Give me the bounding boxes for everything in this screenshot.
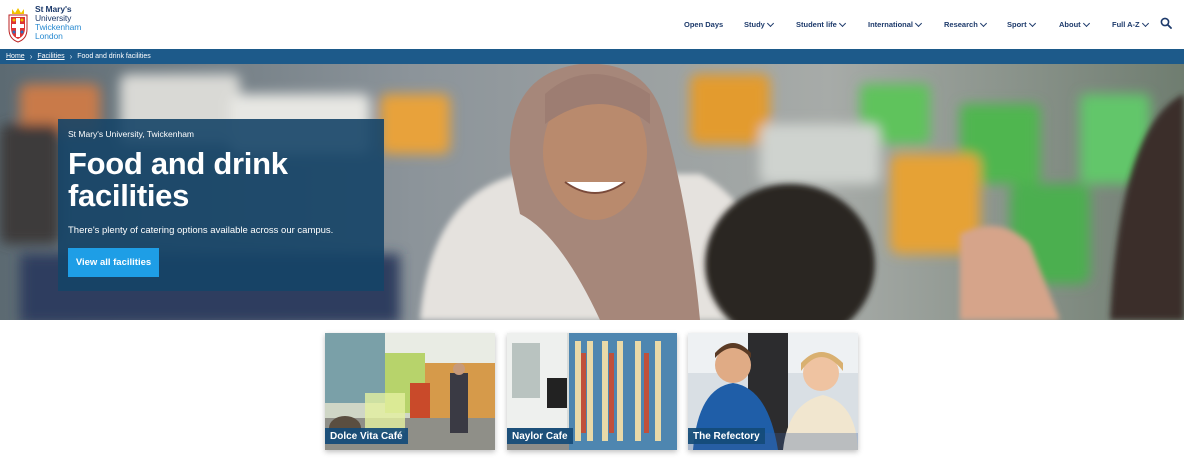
nav-item-label: Student life xyxy=(796,20,837,29)
hero-kicker: St Mary's University, Twickenham xyxy=(68,129,195,139)
view-all-facilities-button[interactable]: View all facilities xyxy=(68,248,159,277)
nav-item-label: Sport xyxy=(1007,20,1027,29)
chevron-down-icon xyxy=(766,19,774,27)
breadcrumb-current: Food and drink facilities xyxy=(77,53,151,60)
nav-item-open-days[interactable]: Open Days xyxy=(684,20,723,29)
nav-item-label: About xyxy=(1059,20,1081,29)
logo-line-4: London xyxy=(35,31,63,41)
chevron-right-icon: › xyxy=(69,52,73,61)
facility-card-naylor-cafe[interactable]: Naylor Cafe xyxy=(507,333,677,450)
facility-card-dolce-vita[interactable]: Dolce Vita Café xyxy=(325,333,495,450)
nav-item-full-a-z[interactable]: Full A-Z xyxy=(1112,19,1149,29)
hero-panel: St Mary's University, Twickenham Food an… xyxy=(58,119,384,291)
nav-item-sport[interactable]: Sport xyxy=(1007,19,1036,29)
nav-item-about[interactable]: About xyxy=(1059,19,1090,29)
nav-item-international[interactable]: International xyxy=(868,19,923,29)
nav-item-label: Full A-Z xyxy=(1112,20,1140,29)
search-icon[interactable] xyxy=(1160,17,1172,29)
breadcrumb-bar: Home › Facilities › Food and drink facil… xyxy=(0,49,1184,64)
page-title: Food and drink facilities xyxy=(68,146,288,213)
nav-item-label: International xyxy=(868,20,914,29)
hero-banner: St Mary's University, Twickenham Food an… xyxy=(0,64,1184,320)
card-label: Dolce Vita Café xyxy=(325,428,408,444)
breadcrumb-home-link[interactable]: Home xyxy=(6,53,25,60)
nav-item-label: Open Days xyxy=(684,20,724,29)
nav-item-study[interactable]: Study xyxy=(744,19,774,29)
chevron-down-icon xyxy=(979,19,987,27)
chevron-down-icon xyxy=(1141,19,1149,27)
nav-item-research[interactable]: Research xyxy=(944,19,987,29)
main-nav: Open Days Study Student life Internation… xyxy=(0,19,1184,32)
chevron-down-icon xyxy=(838,19,846,27)
chevron-down-icon xyxy=(914,19,923,27)
chevron-right-icon: › xyxy=(29,52,33,61)
nav-item-student-life[interactable]: Student life xyxy=(796,19,846,29)
chevron-down-icon xyxy=(1028,19,1036,27)
breadcrumb-facilities-link[interactable]: Facilities xyxy=(37,53,64,60)
nav-item-label: Study xyxy=(744,20,765,29)
facility-card-refectory[interactable]: The Refectory xyxy=(688,333,858,450)
breadcrumb: Home › Facilities › Food and drink facil… xyxy=(6,52,151,61)
hero-description: There's plenty of catering options avail… xyxy=(68,225,334,236)
card-label: Naylor Cafe xyxy=(507,428,573,444)
site-header: St Mary's University Twickenham London O… xyxy=(0,0,1184,49)
chevron-down-icon xyxy=(1082,19,1090,27)
card-label: The Refectory xyxy=(688,428,765,444)
nav-item-label: Research xyxy=(944,20,978,29)
